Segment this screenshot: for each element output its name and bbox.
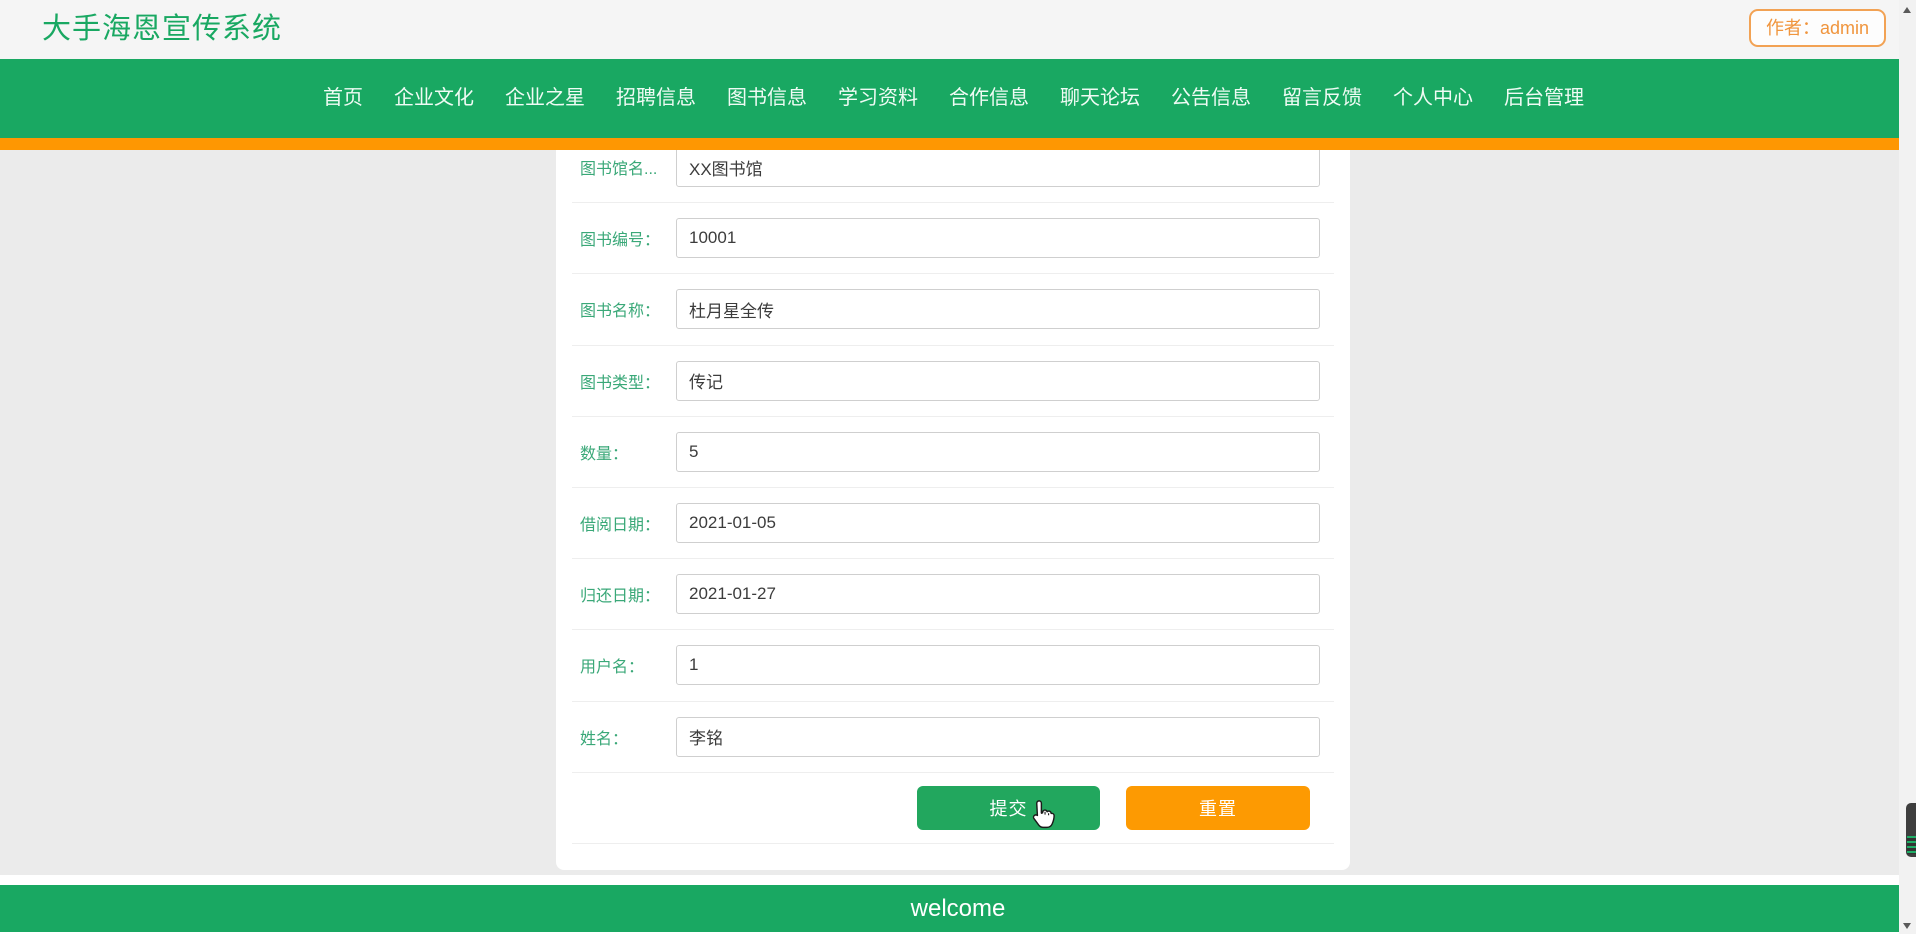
name-label: 姓名： — [580, 730, 629, 748]
book-type-input[interactable] — [676, 360, 1320, 401]
nav-item-study[interactable]: 学习资料 — [838, 59, 918, 138]
reset-button[interactable]: 重置 — [1126, 785, 1310, 830]
submit-button[interactable]: 提交 — [917, 785, 1100, 830]
form-row: 图书名称： — [572, 274, 1334, 346]
return-date-input[interactable] — [676, 574, 1320, 615]
nav-item-admin[interactable]: 后台管理 — [1504, 59, 1584, 138]
form-row: 图书编号： — [572, 203, 1334, 275]
borrow-date-input[interactable] — [676, 503, 1320, 544]
book-type-label: 图书类型： — [580, 374, 661, 392]
borrow-form: 图书馆名... 图书编号： 图书名称： 图书类型： 数量： — [572, 150, 1334, 844]
scrollbar-up-arrow-icon[interactable] — [1903, 7, 1911, 13]
nav-item-forum[interactable]: 聊天论坛 — [1060, 59, 1140, 138]
form-row: 数量： — [572, 417, 1334, 488]
book-title-label: 图书名称： — [580, 303, 661, 321]
borrow-date-label: 借阅日期： — [580, 517, 661, 535]
form-row: 借阅日期： — [572, 488, 1334, 560]
footer-gap — [0, 875, 1916, 885]
nav-item-personal[interactable]: 个人中心 — [1393, 59, 1473, 138]
nav-item-cooperation[interactable]: 合作信息 — [949, 59, 1029, 138]
form-buttons-row: 提交 重置 — [572, 773, 1334, 844]
book-id-input[interactable] — [676, 218, 1320, 259]
library-name-label: 图书馆名... — [580, 161, 658, 179]
username-input[interactable] — [676, 645, 1320, 686]
form-row: 图书类型： — [572, 346, 1334, 417]
nav-item-home[interactable]: 首页 — [323, 59, 363, 138]
nav-item-notice[interactable]: 公告信息 — [1171, 59, 1251, 138]
scrollbar-down-arrow-icon[interactable] — [1903, 923, 1911, 929]
library-name-input[interactable] — [676, 150, 1320, 188]
return-date-label: 归还日期： — [580, 588, 661, 606]
nav-item-star[interactable]: 企业之星 — [505, 59, 585, 138]
form-row: 姓名： — [572, 702, 1334, 773]
nav-item-feedback[interactable]: 留言反馈 — [1282, 59, 1362, 138]
header: 大手海恩宣传系统 作者：admin — [0, 0, 1916, 59]
username-label: 用户名： — [580, 659, 645, 677]
footer: welcome — [0, 885, 1916, 932]
form-row: 图书馆名... — [572, 150, 1334, 204]
name-input[interactable] — [676, 716, 1320, 757]
quantity-input[interactable] — [676, 431, 1320, 472]
nav-list: 首页 企业文化 企业之星 招聘信息 图书信息 学习资料 合作信息 聊天论坛 公告… — [0, 59, 1916, 138]
scrollbar-thumb-stripes — [1907, 836, 1916, 854]
form-row: 归还日期： — [572, 559, 1334, 631]
nav-item-books[interactable]: 图书信息 — [727, 59, 807, 138]
footer-text: welcome — [910, 895, 1006, 922]
book-title-input[interactable] — [676, 289, 1320, 330]
borrow-form-card: 图书馆名... 图书编号： 图书名称： 图书类型： 数量： — [556, 150, 1350, 870]
book-id-label: 图书编号： — [580, 232, 661, 250]
quantity-label: 数量： — [580, 445, 629, 463]
nav-item-recruit[interactable]: 招聘信息 — [616, 59, 696, 138]
page: 大手海恩宣传系统 作者：admin 首页 企业文化 企业之星 招聘信息 图书信息… — [0, 0, 1916, 934]
vertical-scrollbar[interactable] — [1899, 0, 1916, 934]
orange-divider-stripe — [0, 138, 1916, 150]
site-title: 大手海恩宣传系统 — [42, 13, 283, 45]
author-badge[interactable]: 作者：admin — [1748, 9, 1886, 47]
scrollbar-thumb[interactable] — [1906, 803, 1916, 857]
main-nav: 首页 企业文化 企业之星 招聘信息 图书信息 学习资料 合作信息 聊天论坛 公告… — [0, 59, 1916, 138]
form-row: 用户名： — [572, 630, 1334, 702]
content-area: 图书馆名... 图书编号： 图书名称： 图书类型： 数量： — [0, 150, 1916, 875]
nav-item-culture[interactable]: 企业文化 — [394, 59, 474, 138]
